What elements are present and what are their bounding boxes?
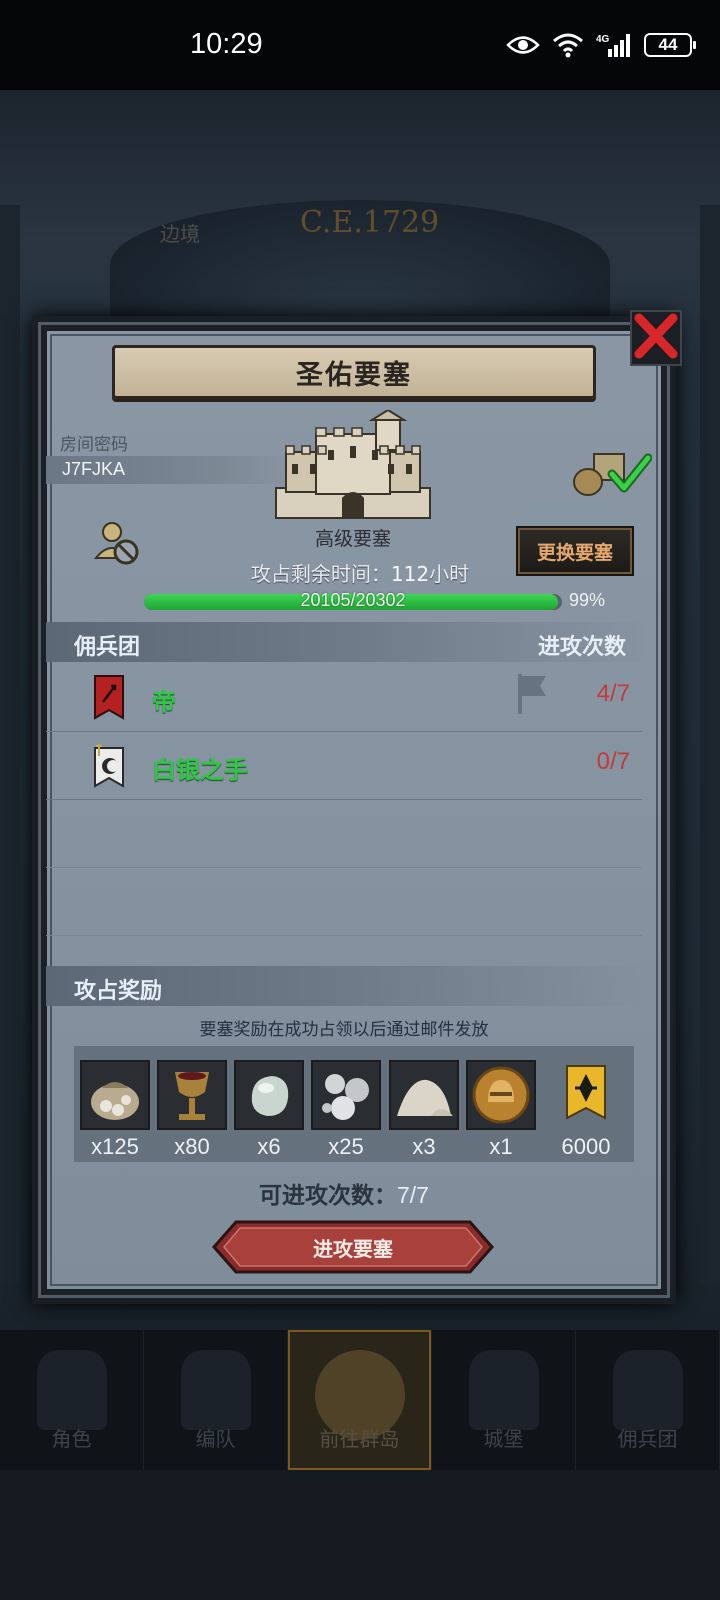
castle-icon — [468, 1350, 539, 1430]
nav-islands[interactable]: 前往群岛 — [288, 1330, 432, 1470]
gold-helmet-coin-icon — [466, 1060, 536, 1130]
capture-progress-percent: 99% — [569, 590, 606, 610]
room-password-label: 房间密码 — [60, 435, 128, 455]
silver-orbs-icon — [311, 1060, 381, 1130]
red-banner-icon — [94, 675, 124, 720]
nav-mercenary[interactable]: 佣兵团 — [576, 1330, 720, 1470]
wifi-icon — [553, 33, 583, 58]
reward-quantity: x1 — [489, 1134, 513, 1159]
reward-quantity: x3 — [412, 1134, 436, 1159]
empty-mercenary-slot — [46, 800, 642, 868]
reward-note: 要塞奖励在成功占领以后通过邮件发放 — [199, 1020, 489, 1040]
mercenary-name: 帝 — [152, 688, 176, 716]
bottom-nav: 角色 编队 前往群岛 城堡 佣兵团 — [0, 1330, 720, 1470]
available-attempts: 可进攻次数：7/7 — [46, 1176, 642, 1210]
attacks-header: 进攻次数 — [538, 635, 627, 660]
ore-sack-icon — [80, 1060, 150, 1130]
user-blocked-icon[interactable] — [94, 520, 142, 566]
room-code[interactable]: J7FJKA — [62, 459, 125, 480]
reward-header: 攻占奖励 — [74, 979, 163, 1004]
knight-icon — [36, 1350, 107, 1430]
attack-fortress-button[interactable]: 进攻要塞 — [212, 1220, 494, 1274]
nav-label: 前往群岛 — [319, 1427, 400, 1451]
reward-item[interactable]: x80 — [157, 1060, 227, 1160]
close-button[interactable] — [630, 310, 682, 366]
reward-quantity: x80 — [174, 1134, 210, 1159]
fortress-castle-icon — [275, 410, 431, 519]
nav-label: 角色 — [51, 1427, 92, 1451]
empty-mercenary-slot — [46, 868, 642, 936]
eye-icon — [506, 36, 540, 54]
right-edge-panel — [700, 205, 720, 1285]
capture-progress-text: 20105/20302 — [300, 590, 406, 610]
remaining-time-unit: 小时 — [429, 562, 470, 586]
supply-check-icon[interactable] — [572, 448, 652, 498]
powder-pile-icon — [389, 1060, 459, 1130]
reward-quantity: x25 — [328, 1134, 364, 1159]
remaining-time-label: 攻占剩余时间： — [250, 562, 391, 586]
mercenary-name: 白银之手 — [152, 756, 248, 784]
left-edge-panel — [0, 205, 20, 1285]
helmet-icon — [180, 1350, 251, 1430]
reward-quantity: x6 — [257, 1134, 281, 1159]
reward-item[interactable]: x125 — [80, 1060, 150, 1160]
reward-item[interactable]: x3 — [389, 1060, 459, 1160]
nav-label: 编队 — [195, 1427, 236, 1451]
remaining-time: 攻占剩余时间：112小时 — [150, 558, 570, 587]
nav-label: 城堡 — [483, 1427, 524, 1451]
status-bar: 10:29 4G 44 — [0, 0, 720, 90]
background-year: C.E.1729 — [300, 205, 440, 240]
mercenary-header: 佣兵团 — [74, 635, 141, 660]
cellular-4g-icon: 4G — [596, 34, 630, 57]
fortress-title: 圣佑要塞 — [296, 359, 412, 391]
background-region-label: 边境 — [160, 222, 200, 246]
mercenary-row[interactable]: 帝 4/7 — [46, 664, 642, 732]
status-icons: 4G 44 — [506, 30, 696, 60]
svg-text:4G: 4G — [596, 34, 610, 45]
available-attempts-label: 可进攻次数： — [259, 1183, 397, 1209]
nav-formation[interactable]: 编队 — [144, 1330, 288, 1470]
nav-castle[interactable]: 城堡 — [432, 1330, 576, 1470]
pearl-icon — [234, 1060, 304, 1130]
close-icon — [634, 313, 678, 359]
nav-character[interactable]: 角色 — [0, 1330, 144, 1470]
battery-indicator: 44 — [644, 33, 696, 57]
flag-marker-icon — [518, 674, 546, 714]
status-time: 10:29 — [190, 28, 263, 60]
reward-item[interactable]: 6000 — [551, 1060, 621, 1160]
silver-hand-banner-icon — [94, 744, 124, 788]
reward-quantity: x125 — [91, 1134, 139, 1159]
available-attempts-value: 7/7 — [397, 1182, 429, 1208]
mercenary-row[interactable]: 白银之手 0/7 — [46, 732, 642, 800]
ship-icon — [612, 1350, 683, 1430]
goblet-icon — [157, 1060, 227, 1130]
nav-label: 佣兵团 — [617, 1427, 678, 1451]
mercenary-attack-count: 0/7 — [596, 748, 630, 775]
fortress-type-label: 高级要塞 — [314, 528, 391, 550]
remaining-time-value: 112 — [390, 562, 430, 586]
guild-banner-icon — [551, 1060, 621, 1130]
reward-item[interactable]: x25 — [311, 1060, 381, 1160]
reward-quantity: 6000 — [561, 1134, 611, 1159]
system-gesture-area — [0, 1470, 720, 1600]
reward-item[interactable]: x1 — [466, 1060, 536, 1160]
title-banner: 圣佑要塞 — [112, 345, 596, 399]
mercenary-attack-count: 4/7 — [596, 680, 630, 707]
attack-fortress-label: 进攻要塞 — [313, 1236, 393, 1261]
reward-item[interactable]: x6 — [234, 1060, 304, 1160]
